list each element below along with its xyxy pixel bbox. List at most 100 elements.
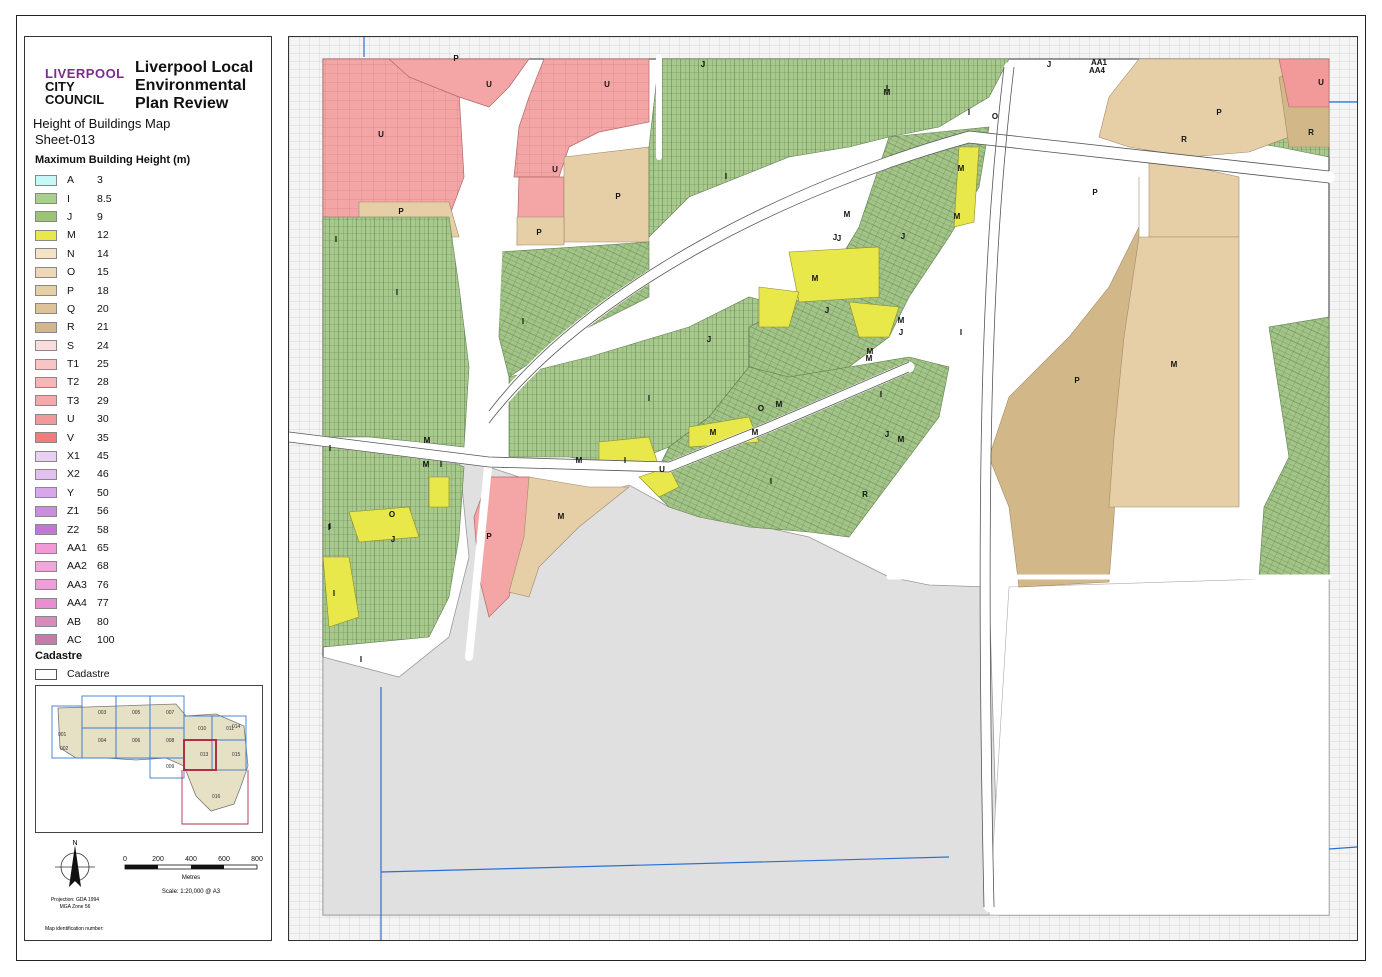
inset-sheet-label: 005 [132, 710, 141, 716]
legend-item-o: O 15 [35, 263, 255, 281]
zone-label: J [391, 535, 395, 544]
legend-swatch [35, 579, 57, 591]
legend-height: 68 [97, 560, 109, 573]
plan-title: Liverpool Local Environmental Plan Revie… [135, 59, 254, 112]
zone-label: J [885, 430, 889, 439]
legend-item-ab: AB 80 [35, 612, 255, 630]
scale-tick-label: 200 [152, 856, 164, 863]
zone-p-northeast [1098, 58, 1290, 158]
zone-label: M [776, 400, 783, 409]
zone-label: M [958, 164, 965, 173]
zone-label: I [333, 589, 335, 598]
legend-item-t2: T2 28 [35, 373, 255, 391]
legend-swatch [35, 193, 57, 205]
legend-item-r: R 21 [35, 318, 255, 336]
legend-code: U [67, 413, 75, 426]
zone-label: I [770, 477, 772, 486]
cadastre-legend-item: Cadastre [35, 668, 110, 680]
zone-label: R [1181, 135, 1187, 144]
zone-label: J [825, 306, 829, 315]
zone-label: M [752, 428, 759, 437]
map-panel[interactable]: P U U U U P P P J I M I O J AA1 AA4 U P R R P I M M M J J M I I J I J M M I… [288, 36, 1358, 941]
legend-height: 14 [97, 247, 109, 260]
legend-swatch [35, 248, 57, 260]
legend-height: 35 [97, 431, 109, 444]
legend-code: V [67, 431, 75, 444]
legend-item-aa4: AA4 77 [35, 594, 255, 612]
inset-sheet-label: 007 [166, 710, 175, 716]
legend-height: 28 [97, 376, 109, 389]
sheet-number: Sheet-013 [35, 132, 95, 147]
legend-code: X1 [67, 450, 80, 463]
inset-sheet-label: 014 [232, 724, 241, 730]
council-logo: LIVERPOOL CITY COUNCIL [45, 66, 125, 107]
zone-label: M [558, 512, 565, 521]
legend-swatch [35, 303, 57, 315]
legend-swatch [35, 321, 57, 333]
legend-height: 9 [97, 210, 103, 223]
legend-code: X2 [67, 468, 80, 481]
legend-item-n: N 14 [35, 245, 255, 263]
cadastre-label: Cadastre [67, 668, 110, 680]
legend-code: T3 [67, 394, 80, 407]
zone-label: U [486, 80, 492, 89]
legend-item-v: V 35 [35, 428, 255, 446]
legend-height: 65 [97, 542, 109, 554]
zone-label: I [440, 460, 442, 469]
legend-swatch [35, 505, 57, 517]
zone-label: M [812, 274, 819, 283]
legend-code: AA3 [67, 578, 87, 591]
zone-text: MGA Zone 56 [60, 904, 91, 910]
legend-item-x1: X1 45 [35, 447, 255, 465]
zone-label: J [701, 60, 705, 69]
legend-swatch [35, 211, 57, 223]
legend-height: 12 [97, 229, 109, 242]
inset-sheet-label: 006 [132, 738, 141, 744]
zone-label: O [992, 112, 998, 121]
scale-tick-label: 800 [251, 856, 263, 863]
legend-code: AC [67, 633, 82, 646]
legend-swatch [35, 266, 57, 278]
zone-label: R [1308, 128, 1314, 137]
inset-svg: 001002003004005006007008009010 0110130140… [51, 695, 249, 825]
legend-code: T1 [67, 358, 80, 371]
legend-swatch [35, 450, 57, 462]
scale-and-north: N 0 200 400 600 800 Metres Scale: 1:20,000 @… [45, 840, 263, 932]
legend-item-aa3: AA3 76 [35, 576, 255, 594]
zone-label: I [624, 456, 626, 465]
legend-swatch [35, 395, 57, 407]
legend-swatch [35, 487, 57, 499]
legend-swatch [35, 524, 57, 536]
zone-label: P [1074, 376, 1080, 385]
zone-label: P [453, 54, 459, 63]
scale-unit: Metres [182, 875, 200, 881]
height-of-buildings-map[interactable]: PU UUUPPPJIMI OJ AA1AA4UPRRPIMMMJJMIIJIJMMI… [289, 37, 1357, 940]
zone-label: J [837, 234, 841, 243]
legend-code: AA4 [67, 597, 87, 610]
zone-label: O [758, 404, 764, 413]
scale-text: Scale: 1:20,000 @ A3 [162, 889, 221, 895]
legend-code: S [67, 339, 75, 352]
zone-label: P [398, 207, 404, 216]
zone-label: P [536, 228, 542, 237]
zone-label: I [960, 328, 962, 337]
legend-code: A [67, 174, 75, 187]
legend-height: 76 [97, 578, 109, 591]
legend-item-aa1: AA1 65 [35, 539, 255, 557]
zone-label: M [954, 212, 961, 221]
zone-i-west [322, 216, 470, 448]
scale-tick-label: 600 [218, 856, 230, 863]
zone-label: J [707, 335, 711, 344]
legend-code: T2 [67, 376, 80, 389]
legend-height: 24 [97, 339, 109, 352]
legend-item-q: Q 20 [35, 300, 255, 318]
zone-label: M [898, 316, 905, 325]
zone-label: U [659, 465, 665, 474]
zone-label: J [1047, 60, 1051, 69]
zone-label: P [1092, 188, 1098, 197]
legend-swatch [35, 634, 57, 646]
legend-item-t3: T3 29 [35, 392, 255, 410]
inset-sheet-label: 002 [60, 746, 69, 752]
legend-item-j: J9 [35, 208, 255, 226]
inset-sheet-label: 008 [166, 738, 175, 744]
